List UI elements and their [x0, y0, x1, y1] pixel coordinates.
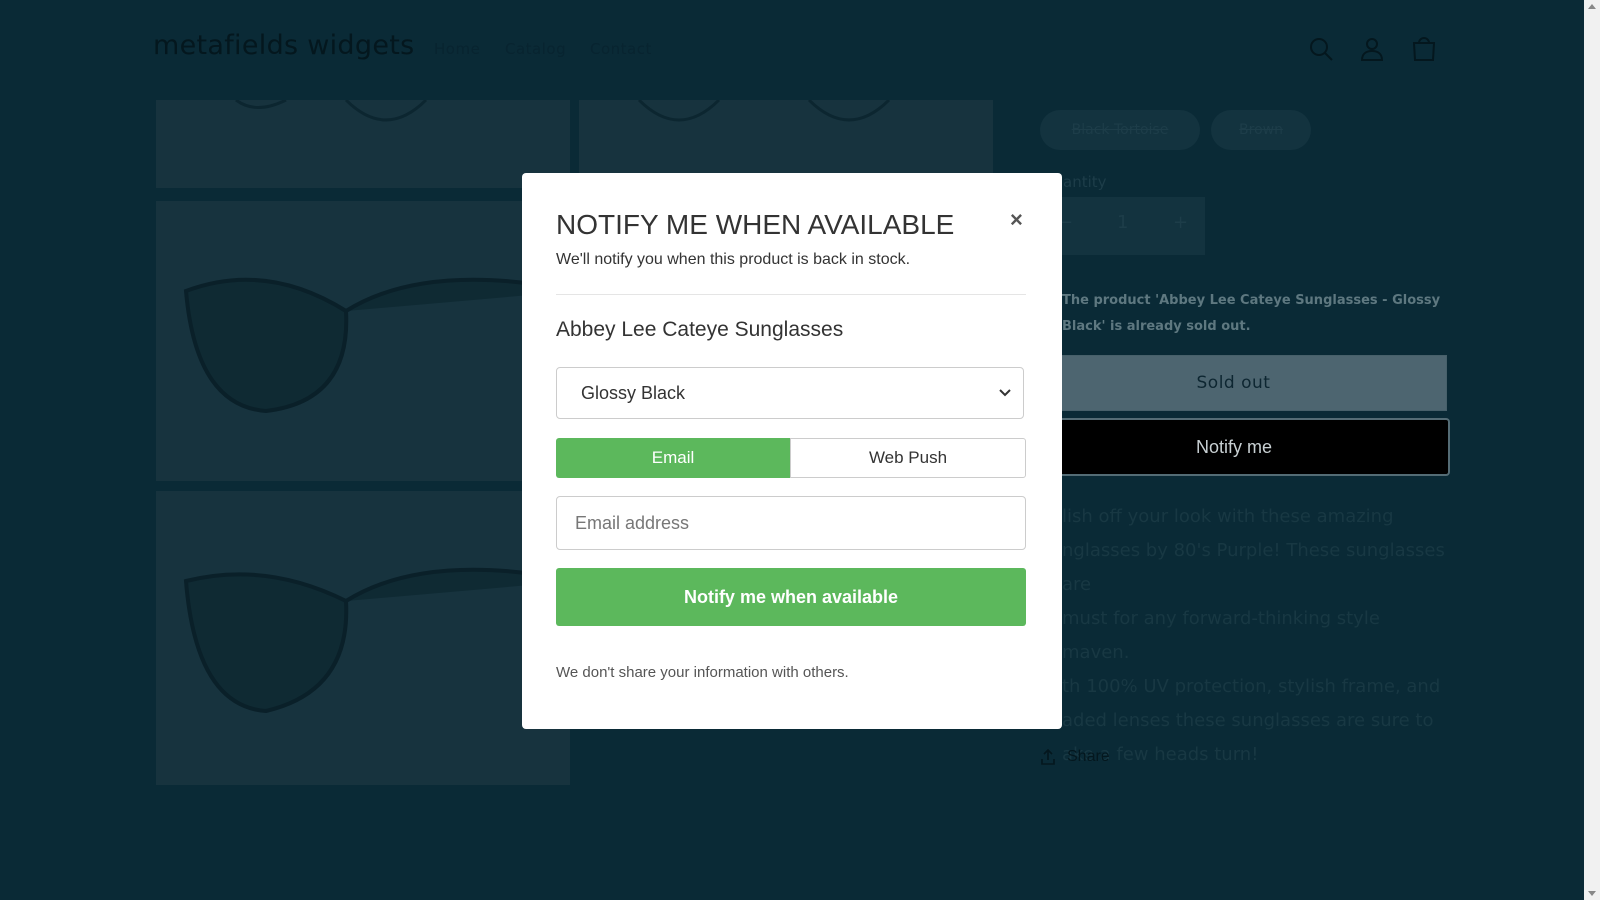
sold-out-message: The product 'Abbey Lee Cateye Sunglasses…: [1062, 293, 1441, 334]
product-description: lish off your look with these amazing ng…: [1020, 500, 1450, 772]
email-field[interactable]: [556, 496, 1026, 550]
description-line: lish off your look with these amazing: [1062, 506, 1394, 527]
search-icon[interactable]: [1306, 34, 1336, 64]
share-icon[interactable]: [1040, 748, 1056, 766]
scrollbar[interactable]: [1584, 0, 1600, 900]
product-image[interactable]: [156, 201, 570, 481]
sold-out-button[interactable]: Sold out: [1020, 355, 1447, 411]
product-name: Abbey Lee Cateye Sunglasses: [556, 318, 844, 341]
description-line: th 100% UV protection, stylish frame, an…: [1062, 676, 1441, 697]
description-line: aded lenses these sunglasses are sure to: [1062, 710, 1434, 731]
description-line: nglasses by 80's Purple! These sunglasse…: [1062, 540, 1445, 595]
variant-select[interactable]: Glossy Black: [556, 367, 1024, 419]
modal-subtitle: We'll notify you when this product is ba…: [556, 251, 911, 268]
tab-email[interactable]: Email: [556, 438, 790, 478]
selected-variant: Glossy Black: [581, 382, 686, 403]
modal-title: NOTIFY ME WHEN AVAILABLE: [556, 209, 955, 240]
divider: [556, 294, 1026, 295]
scroll-down-icon[interactable]: [1588, 891, 1596, 896]
account-icon[interactable]: [1357, 34, 1387, 64]
cart-icon[interactable]: [1409, 34, 1439, 64]
variant-brown[interactable]: Brown: [1211, 110, 1311, 150]
close-icon[interactable]: ×: [1010, 207, 1023, 233]
privacy-note: We don't share your information with oth…: [556, 664, 849, 681]
scroll-up-icon[interactable]: [1588, 4, 1596, 9]
description-line: must for any forward-thinking style mave…: [1062, 608, 1380, 663]
notify-submit-button[interactable]: Notify me when available: [556, 568, 1026, 626]
channel-tabs: Email Web Push: [556, 438, 1026, 478]
nav-contact[interactable]: Contact: [590, 40, 652, 58]
share-button[interactable]: Share: [1067, 748, 1110, 766]
variant-black-tortoise[interactable]: Black Tortoise: [1040, 110, 1200, 150]
chevron-down-icon: [999, 389, 1011, 397]
quantity-label: antity: [1063, 173, 1107, 191]
store-logo[interactable]: metafields widgets: [153, 30, 414, 61]
product-image[interactable]: [156, 100, 570, 188]
quantity-value[interactable]: 1: [1117, 212, 1128, 233]
nav-catalog[interactable]: Catalog: [505, 40, 566, 58]
product-image[interactable]: [156, 491, 570, 785]
quantity-plus-button[interactable]: +: [1173, 212, 1188, 233]
nav-home[interactable]: Home: [434, 40, 480, 58]
tab-web-push[interactable]: Web Push: [790, 438, 1026, 478]
notify-modal: NOTIFY ME WHEN AVAILABLE We'll notify yo…: [522, 173, 1062, 729]
notify-me-button[interactable]: Notify me: [1018, 418, 1450, 476]
